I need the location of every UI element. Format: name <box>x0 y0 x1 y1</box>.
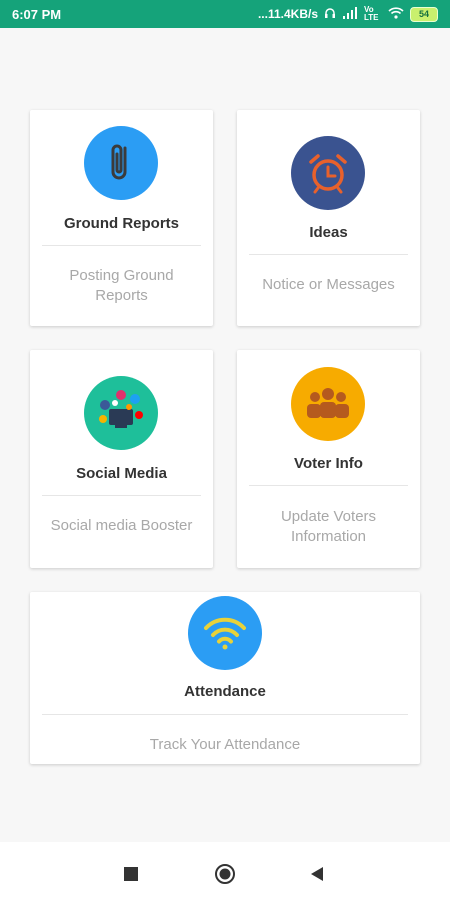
status-time: 6:07 PM <box>12 6 62 22</box>
card-divider <box>42 495 201 496</box>
wifi-icon <box>188 596 262 670</box>
card-title: Ideas <box>309 224 348 241</box>
wifi-status-icon <box>388 6 404 22</box>
volte-label: Vo LTE <box>364 5 379 22</box>
voter-info-card[interactable]: Voter Info Update Voters Information <box>237 350 420 568</box>
people-group-icon <box>291 367 365 441</box>
alarm-clock-icon <box>291 136 365 210</box>
card-title: Social Media <box>76 465 167 482</box>
paperclip-icon <box>84 126 158 200</box>
headphones-icon <box>324 7 336 22</box>
card-subtitle: Notice or Messages <box>262 276 395 293</box>
status-right-group: ...11.4KB/s Vo LTE 54 <box>258 6 438 22</box>
card-subtitle: Update Voters Information <box>280 508 377 545</box>
card-title: Voter Info <box>294 455 363 472</box>
signal-bars-icon <box>342 6 358 22</box>
card-divider <box>249 485 408 486</box>
card-title: Ground Reports <box>64 215 179 232</box>
home-circle-icon[interactable] <box>214 863 236 890</box>
system-nav-bar <box>0 842 450 900</box>
recents-square-icon[interactable] <box>124 867 138 881</box>
ideas-card[interactable]: Ideas Notice or Messages <box>237 110 420 326</box>
status-bar: 6:07 PM ...11.4KB/s Vo LTE 54 <box>0 0 450 28</box>
card-title: Attendance <box>184 683 266 700</box>
social-media-icon <box>84 376 158 450</box>
card-subtitle: Social media Booster <box>50 517 193 534</box>
social-media-card[interactable]: Social Media Social media Booster <box>30 350 213 568</box>
battery-icon: 54 <box>410 6 438 22</box>
card-divider <box>42 245 201 246</box>
ground-reports-card[interactable]: Ground Reports Posting Ground Reports <box>30 110 213 326</box>
attendance-card[interactable]: Attendance Track Your Attendance <box>30 592 420 764</box>
network-speed: ...11.4KB/s <box>257 7 318 21</box>
back-triangle-icon[interactable] <box>310 866 324 887</box>
card-divider <box>249 254 408 255</box>
card-subtitle: Posting Ground Reports <box>69 267 174 304</box>
card-subtitle: Track Your Attendance <box>149 736 301 753</box>
card-divider <box>42 714 408 715</box>
